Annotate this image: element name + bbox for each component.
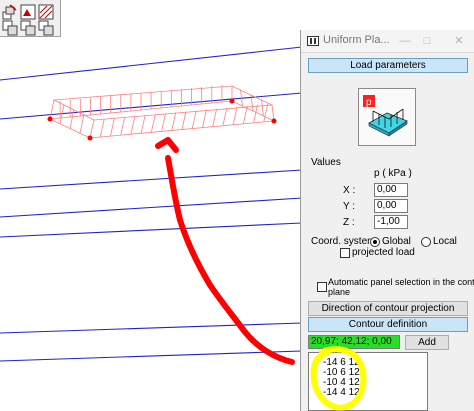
coordinate-input[interactable]: 20,97; 42,12; 0,00 (308, 335, 400, 349)
local-radio[interactable] (421, 237, 431, 247)
load-hatch-line (161, 113, 166, 132)
load-hatch-line (202, 109, 207, 128)
load-hatch-line (120, 117, 126, 136)
auto-panel-label-line2: plane (328, 287, 351, 297)
x-value-field[interactable]: 0,00 (374, 183, 408, 197)
load-hatch-line (140, 115, 146, 134)
load-hatch-line (261, 99, 264, 117)
contour-definition-header[interactable]: Contour definition (308, 317, 468, 332)
direction-of-projection-button[interactable]: Direction of contour projection (308, 301, 468, 316)
window-app-icon (307, 36, 319, 46)
load-hatch-line (191, 110, 197, 129)
red-annotation-arrow (165, 155, 295, 365)
y-label: Y : (343, 201, 356, 212)
auto-panel-checkbox[interactable] (317, 282, 327, 292)
load-hatch-line (79, 114, 85, 134)
toolbar-icon-3[interactable] (38, 4, 54, 20)
load-parameters-header[interactable]: Load parameters (308, 58, 468, 73)
toolbar (0, 0, 61, 37)
toolbar-icon-5[interactable] (20, 20, 36, 36)
load-hatch-line (181, 111, 187, 130)
load-corner-line (89, 119, 95, 139)
load-hatch-line (171, 112, 177, 131)
toolbar-icon-6[interactable] (38, 20, 54, 36)
dialog-title: Uniform Pla... (323, 34, 390, 46)
load-hatch-line (212, 108, 218, 127)
projected-load-checkbox[interactable] (340, 248, 350, 258)
contour-point-list[interactable]: -14 6 12 -10 6 12 -10 4 12 -14 4 12 (308, 352, 428, 411)
load-hatch-line (150, 114, 156, 133)
load-hatch-line (110, 118, 115, 137)
unit-header: p ( kPa ) (374, 168, 412, 179)
load-hatch-line (253, 104, 258, 123)
auto-panel-label-line1: Automatic panel selection in the contour (328, 277, 474, 287)
global-label: Global (382, 236, 411, 247)
load-hatch-line (242, 105, 248, 124)
red-arrowhead (155, 137, 179, 153)
y-value-field[interactable]: 0,00 (374, 199, 408, 213)
toolbar-icon-1[interactable] (2, 4, 18, 20)
values-label: Values (311, 157, 341, 168)
z-value-field[interactable]: -1,00 (374, 215, 408, 229)
list-item[interactable]: -14 4 12 (323, 388, 360, 398)
uniform-planar-load-dialog: Uniform Pla... — □ ✕ Load parameters p V… (300, 30, 474, 411)
toolbar-icon-2[interactable] (20, 4, 36, 20)
load-hatch-line (130, 116, 136, 135)
toolbar-icon-4[interactable] (2, 20, 18, 36)
z-label: Z : (343, 217, 355, 228)
close-icon[interactable]: ✕ (451, 33, 467, 49)
coord-system-label: Coord. system: (311, 236, 379, 247)
projected-load-label: projected load (352, 247, 415, 258)
load-corner-line (49, 99, 55, 120)
global-radio[interactable] (370, 237, 380, 247)
load-hatch-line (263, 103, 269, 123)
load-hatch-line (232, 106, 238, 125)
maximize-icon[interactable]: □ (419, 33, 435, 49)
load-hatch-line (99, 118, 105, 138)
minimize-icon[interactable]: — (397, 33, 413, 49)
local-label: Local (433, 236, 457, 247)
dialog-titlebar[interactable]: Uniform Pla... — □ ✕ (301, 30, 474, 53)
add-button[interactable]: Add (405, 335, 449, 350)
x-label: X : (343, 185, 356, 196)
svg-text:p: p (366, 97, 372, 108)
load-panel-icon: p (358, 88, 416, 146)
load-hatch-line (222, 107, 228, 126)
